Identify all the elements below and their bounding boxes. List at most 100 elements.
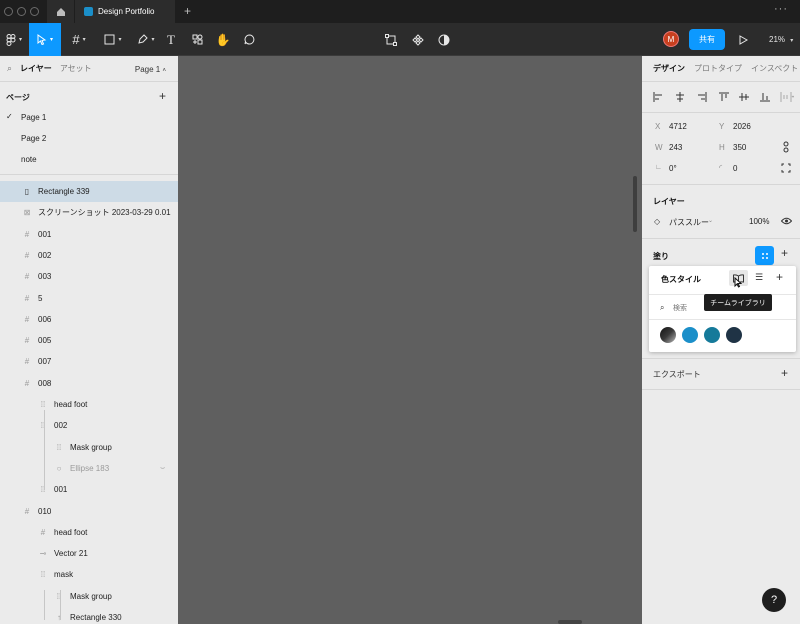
hidden-eye-icon[interactable]: ⌣: [160, 463, 165, 473]
chevron-down-icon: ▾: [151, 37, 155, 43]
pen-tool-button[interactable]: ▾: [131, 23, 161, 56]
help-button[interactable]: ?: [762, 588, 786, 612]
layer-row[interactable]: ○ Ellipse 183 ⌣: [0, 458, 178, 479]
zoom-dropdown[interactable]: 21% ▾: [769, 35, 793, 44]
frame-icon: #: [40, 527, 46, 537]
tab-prototype[interactable]: プロトタイプ: [694, 63, 742, 74]
color-swatch[interactable]: [704, 327, 720, 343]
home-tab[interactable]: [47, 0, 74, 23]
canvas[interactable]: [178, 56, 642, 624]
canvas-area[interactable]: [178, 56, 642, 624]
move-tool-button[interactable]: ▾: [29, 23, 61, 56]
layer-row[interactable]: ⊸ Vector 21: [0, 543, 178, 564]
page-selector[interactable]: Page 1 ˄: [135, 65, 166, 74]
eye-icon[interactable]: [781, 217, 792, 225]
color-swatch[interactable]: [682, 327, 698, 343]
y-input[interactable]: 2026: [733, 122, 751, 131]
layer-row[interactable]: #008: [0, 373, 178, 394]
window-minimize-icon[interactable]: [17, 7, 26, 16]
window-maximize-icon[interactable]: [30, 7, 39, 16]
frame-icon: #: [24, 314, 30, 324]
layer-row[interactable]: #003: [0, 266, 178, 287]
page-item[interactable]: Page 2: [0, 128, 178, 148]
mask-button[interactable]: [435, 23, 453, 56]
add-fill-icon[interactable]: +: [781, 246, 788, 260]
page-selector-label: Page 1: [134, 65, 161, 74]
blend-mode-dropdown[interactable]: パススルー: [669, 217, 709, 228]
title-bar: Design Portfolio + ···: [0, 0, 800, 23]
layer-row[interactable]: #001: [0, 224, 178, 245]
add-style-icon[interactable]: +: [776, 270, 783, 284]
layer-row[interactable]: ↑ Rectangle 330: [0, 607, 178, 624]
layer-row[interactable]: #002: [0, 245, 178, 266]
more-icon[interactable]: ···: [774, 3, 788, 15]
layer-row[interactable]: ▯ Rectangle 339: [0, 181, 178, 202]
layer-row[interactable]: ⊠ スクリーンショット 2023-03-29 0.01: [0, 202, 178, 223]
layer-row[interactable]: ⁞⁞ 002: [0, 415, 178, 436]
align-horizontal-center-icon[interactable]: [675, 92, 685, 102]
color-swatch[interactable]: [660, 327, 676, 343]
group-icon: ⁞⁞: [40, 421, 46, 431]
layer-row[interactable]: # head foot: [0, 522, 178, 543]
page-item[interactable]: ✓ Page 1: [0, 107, 178, 127]
color-swatch[interactable]: [726, 327, 742, 343]
resources-button[interactable]: [188, 23, 206, 56]
add-export-icon[interactable]: +: [781, 366, 788, 380]
tab-inspect[interactable]: インスペクト: [751, 63, 798, 74]
rotation-input[interactable]: 0°: [669, 164, 677, 173]
layer-row[interactable]: ⁞⁞ head foot: [0, 394, 178, 415]
main-menu-button[interactable]: ▾: [0, 23, 28, 56]
add-page-icon[interactable]: +: [159, 89, 166, 103]
constrain-proportions-icon[interactable]: [782, 141, 790, 153]
window-close-icon[interactable]: [4, 7, 13, 16]
search-icon[interactable]: ⌕: [7, 63, 12, 74]
layer-row[interactable]: #006: [0, 309, 178, 330]
user-avatar[interactable]: M: [663, 31, 679, 47]
comment-tool-button[interactable]: [240, 23, 258, 56]
layer-row[interactable]: ⁞⁞ 001: [0, 479, 178, 500]
opacity-input[interactable]: 100%: [749, 217, 769, 226]
text-tool-button[interactable]: T: [162, 23, 180, 56]
list-view-icon[interactable]: ☰: [755, 272, 763, 283]
layer-row[interactable]: #5: [0, 288, 178, 309]
style-picker-button[interactable]: [755, 246, 774, 265]
crop-button[interactable]: [382, 23, 400, 56]
corner-radius-input[interactable]: 0: [733, 164, 737, 173]
tab-layers[interactable]: レイヤー: [20, 63, 52, 74]
tab-assets[interactable]: アセット: [60, 63, 92, 74]
align-vertical-center-icon[interactable]: [739, 92, 749, 102]
export-section-title: エクスポート: [653, 370, 701, 379]
document-tab[interactable]: Design Portfolio: [75, 0, 175, 23]
share-button[interactable]: 共有: [689, 29, 725, 50]
w-input[interactable]: 243: [669, 143, 682, 152]
component-button[interactable]: [409, 23, 427, 56]
play-icon: [739, 34, 748, 45]
layer-row[interactable]: #005: [0, 330, 178, 351]
tab-design[interactable]: デザイン: [653, 63, 685, 74]
page-item[interactable]: note: [0, 149, 178, 169]
layer-row[interactable]: #010: [0, 501, 178, 522]
layer-row[interactable]: ⁞⁞ Mask group: [0, 586, 178, 607]
shape-tool-button[interactable]: ▾: [98, 23, 128, 56]
horizontal-scrollbar[interactable]: [558, 620, 582, 624]
zoom-level: 21%: [769, 35, 786, 44]
chevron-down-icon: ▾: [790, 38, 794, 44]
h-input[interactable]: 350: [733, 143, 746, 152]
group-icon: ⁞⁞: [40, 570, 46, 580]
frame-tool-button[interactable]: # ▾: [64, 23, 94, 56]
layer-row[interactable]: #007: [0, 351, 178, 372]
image-icon: ⊠: [23, 208, 31, 218]
independent-corners-icon[interactable]: [781, 163, 791, 173]
new-tab-icon[interactable]: +: [184, 4, 191, 18]
present-button[interactable]: [735, 23, 751, 56]
x-input[interactable]: 4712: [669, 122, 687, 131]
align-top-icon[interactable]: [719, 92, 729, 102]
distribute-icon[interactable]: [780, 92, 794, 102]
hand-tool-button[interactable]: ✋: [214, 23, 232, 56]
align-right-icon[interactable]: [697, 92, 707, 102]
layer-row[interactable]: ⁞⁞ mask: [0, 564, 178, 585]
align-left-icon[interactable]: [653, 92, 663, 102]
layer-row[interactable]: ⁞⁞ Mask group: [0, 437, 178, 458]
align-bottom-icon[interactable]: [760, 92, 770, 102]
vertical-scrollbar[interactable]: [633, 176, 637, 232]
